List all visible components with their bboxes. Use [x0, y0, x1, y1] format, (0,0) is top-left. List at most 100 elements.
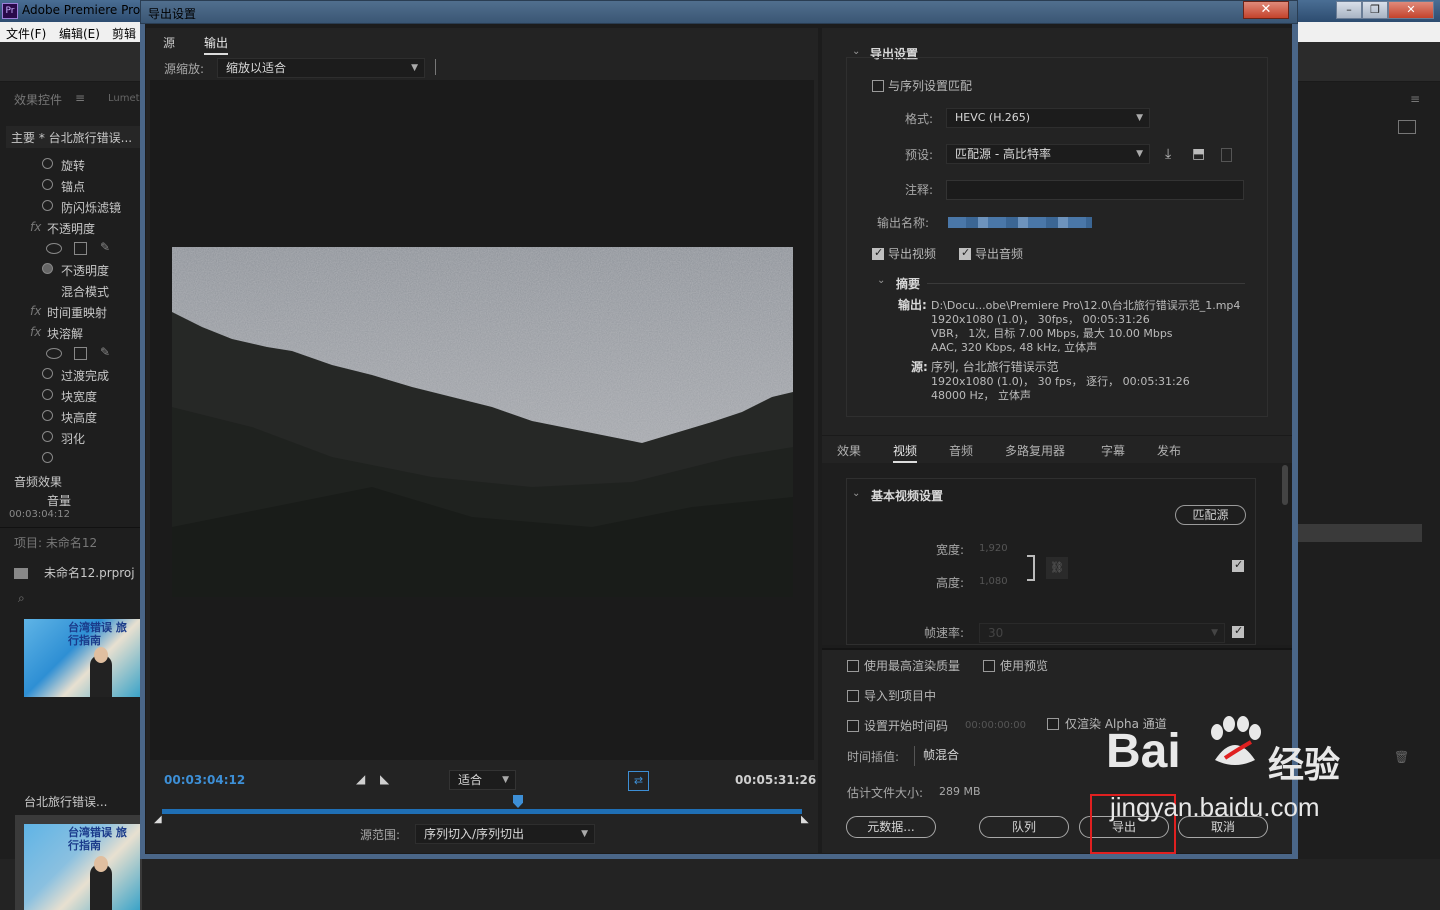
fx-row[interactable]: 锚点 — [0, 175, 140, 196]
export-video-checkbox[interactable] — [872, 246, 884, 260]
source-range-dropdown[interactable]: 序列切入/序列切出 ▼ — [415, 824, 595, 844]
menu-edit[interactable]: 编辑(E) — [59, 25, 100, 42]
pen-mask-icon[interactable]: ✎ — [100, 345, 110, 359]
clip-header: 主要 * 台北旅行错误... — [6, 126, 140, 148]
clip-thumbnail-2[interactable]: 台湾错误 旅行指南 — [15, 815, 142, 910]
ellipse-mask-icon[interactable] — [46, 243, 62, 254]
fx-row[interactable]: fx 块溶解 — [0, 322, 140, 343]
rect-mask-icon[interactable] — [74, 347, 87, 360]
fx-row[interactable]: 过渡完成 — [0, 364, 140, 385]
chevron-down-icon[interactable]: ⌄ — [852, 46, 860, 57]
scrollbar[interactable] — [1282, 465, 1288, 505]
fx-row[interactable]: fx 时间重映射 — [0, 301, 140, 322]
fx-row[interactable]: 旋转 — [0, 154, 140, 175]
project-file-name[interactable]: 未命名12.prproj — [44, 564, 135, 581]
playhead-handle[interactable] — [513, 795, 523, 808]
delete-icon[interactable]: 🗑 — [1394, 750, 1409, 764]
delete-preset-icon[interactable] — [1221, 148, 1232, 162]
match-sequence-label[interactable]: 与序列设置匹配 — [888, 77, 972, 94]
fx-row[interactable]: 羽化 — [0, 427, 140, 448]
fps-dropdown[interactable]: 30 ▼ — [979, 623, 1225, 643]
tab-effect-controls[interactable]: 效果控件 — [14, 91, 62, 108]
set-start-tc-checkbox[interactable] — [847, 720, 859, 732]
save-preset-icon[interactable]: ⤓ — [1165, 146, 1171, 162]
dialog-close-button[interactable]: ✕ — [1243, 1, 1289, 19]
fx-row[interactable] — [0, 448, 140, 469]
panel-menu-icon[interactable]: ≡ — [75, 91, 85, 105]
export-audio-label[interactable]: 导出音频 — [975, 245, 1023, 262]
menu-clip[interactable]: 剪辑 — [112, 25, 136, 42]
set-start-tc-label[interactable]: 设置开始时间码 — [864, 717, 948, 734]
fx-row[interactable]: 不透明度 — [0, 259, 140, 280]
max-quality-label[interactable]: 使用最高渲染质量 — [864, 657, 960, 674]
tab-audio[interactable]: 音频 — [949, 442, 973, 459]
ellipse-mask-icon[interactable] — [46, 348, 62, 359]
metadata-button[interactable]: 元数据... — [846, 816, 936, 838]
rect-mask-icon[interactable] — [74, 242, 87, 255]
app-close-button[interactable]: ✕ — [1388, 1, 1434, 19]
chevron-down-icon[interactable]: ⌄ — [852, 488, 860, 499]
queue-button[interactable]: 队列 — [979, 816, 1069, 838]
stopwatch-icon[interactable] — [42, 200, 53, 211]
tab-source[interactable]: 源 — [163, 34, 175, 51]
panel-menu-icon[interactable]: ≡ — [1410, 92, 1420, 106]
source-scale-dropdown[interactable]: 缩放以适合 ▼ — [217, 58, 425, 78]
preset-dropdown[interactable]: 匹配源 - 高比特率 ▼ — [946, 144, 1150, 164]
fit-dropdown[interactable]: 适合 ▼ — [449, 770, 516, 790]
pen-mask-icon[interactable]: ✎ — [100, 240, 110, 254]
tab-video[interactable]: 视频 — [893, 442, 918, 463]
maximize-button[interactable]: ❐ — [1362, 1, 1388, 19]
mark-out-icon[interactable]: ◣ — [380, 772, 389, 786]
tab-output[interactable]: 输出 — [204, 34, 229, 55]
current-timecode[interactable]: 00:03:04:12 — [164, 773, 245, 787]
match-fps-checkbox[interactable] — [1232, 624, 1244, 638]
fx-row[interactable]: fx 不透明度 — [0, 217, 140, 238]
tab-multiplexer[interactable]: 多路复用器 — [1005, 442, 1065, 459]
out-point-marker[interactable]: ◣ — [801, 814, 809, 825]
safe-margins-icon[interactable]: ⇄ — [628, 771, 649, 791]
fx-row[interactable]: 混合模式 — [0, 280, 140, 301]
fx-row[interactable]: 块宽度 — [0, 385, 140, 406]
render-alpha-checkbox[interactable] — [1047, 718, 1059, 730]
stopwatch-icon[interactable] — [42, 389, 53, 400]
new-item-icon[interactable] — [1398, 120, 1416, 134]
tab-lumetri[interactable]: Lumet — [108, 93, 140, 104]
import-project-label[interactable]: 导入到项目中 — [864, 687, 936, 704]
stopwatch-icon[interactable] — [42, 452, 53, 463]
export-audio-checkbox[interactable] — [959, 246, 971, 260]
tab-publish[interactable]: 发布 — [1157, 442, 1181, 459]
minimize-button[interactable]: – — [1336, 1, 1362, 19]
output-name-link[interactable] — [948, 217, 1092, 228]
import-project-checkbox[interactable] — [847, 690, 859, 702]
format-dropdown[interactable]: HEVC (H.265) ▼ — [946, 108, 1150, 128]
export-video-label[interactable]: 导出视频 — [888, 245, 936, 262]
tab-effects[interactable]: 效果 — [837, 442, 861, 459]
max-quality-checkbox[interactable] — [847, 660, 859, 672]
match-sequence-checkbox[interactable] — [872, 80, 884, 92]
in-point-marker[interactable]: ◢ — [154, 814, 162, 825]
stopwatch-icon[interactable] — [42, 158, 53, 169]
comment-input[interactable] — [946, 180, 1244, 200]
use-previews-label[interactable]: 使用预览 — [1000, 657, 1048, 674]
audio-volume-row[interactable]: 音量 — [47, 492, 71, 509]
stopwatch-icon[interactable] — [42, 410, 53, 421]
stopwatch-icon[interactable] — [42, 179, 53, 190]
fx-row[interactable]: 防闪烁滤镜 — [0, 196, 140, 217]
stopwatch-icon[interactable] — [42, 263, 53, 274]
menu-file[interactable]: 文件(F) — [6, 25, 46, 42]
use-previews-checkbox[interactable] — [983, 660, 995, 672]
search-icon[interactable]: ⌕ — [18, 591, 25, 606]
clip-thumbnail-1[interactable]: 台湾错误 旅行指南 — [24, 619, 140, 697]
import-preset-icon[interactable]: ⬒ — [1192, 146, 1205, 162]
timeline-track[interactable] — [162, 809, 802, 814]
chain-link-icon[interactable]: ⛓ — [1046, 557, 1068, 579]
stopwatch-icon[interactable] — [42, 368, 53, 379]
tab-captions[interactable]: 字幕 — [1101, 442, 1125, 459]
stopwatch-icon[interactable] — [42, 431, 53, 442]
fx-row[interactable]: 块高度 — [0, 406, 140, 427]
chevron-down-icon[interactable]: ⌄ — [877, 275, 885, 286]
match-size-checkbox[interactable] — [1232, 558, 1244, 572]
mark-in-icon[interactable]: ◢ — [356, 772, 365, 786]
match-source-button[interactable]: 匹配源 — [1175, 505, 1246, 525]
time-interp-dropdown[interactable]: 帧混合 — [914, 746, 1114, 766]
